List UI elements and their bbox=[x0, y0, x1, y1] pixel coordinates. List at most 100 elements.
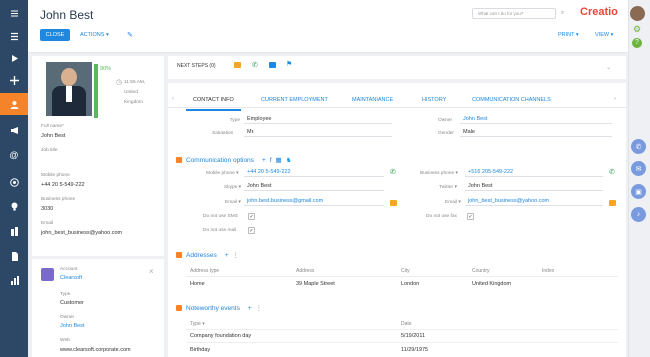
type-field-label: Type bbox=[229, 118, 240, 123]
chat-action-icon[interactable] bbox=[269, 62, 276, 68]
email-value[interactable]: john_best_business@yahoo.com bbox=[41, 230, 122, 236]
col-index[interactable]: Index bbox=[542, 268, 554, 274]
tabs-left-arrow[interactable]: ‹ bbox=[172, 96, 174, 102]
do-not-use-fax-checkbox[interactable]: ✓ bbox=[467, 213, 474, 220]
event-cell[interactable]: 5/19/2011 bbox=[401, 333, 425, 339]
more-icon[interactable]: ⋮ bbox=[256, 304, 263, 312]
menu-icon[interactable] bbox=[0, 25, 28, 47]
comm-twitter-label[interactable]: Twitter ▾ bbox=[439, 185, 457, 190]
gender-field[interactable]: Male bbox=[460, 129, 612, 137]
add-event-icon[interactable]: + bbox=[248, 305, 252, 312]
comm-skype-field[interactable]: John Best bbox=[244, 183, 384, 191]
analytics-icon[interactable] bbox=[0, 269, 28, 291]
twitter-icon[interactable]: ♞ bbox=[286, 156, 292, 164]
tag-icon[interactable]: ✎ bbox=[127, 31, 133, 39]
play-icon[interactable] bbox=[0, 47, 28, 69]
add-icon[interactable] bbox=[0, 69, 28, 91]
help-icon[interactable]: ? bbox=[632, 38, 642, 48]
col-address[interactable]: Address bbox=[296, 268, 314, 274]
flag-action-icon[interactable]: ⚑ bbox=[286, 60, 292, 68]
email-at-icon[interactable]: @ bbox=[0, 144, 28, 166]
view-menu[interactable]: VIEW ▾ bbox=[595, 32, 613, 38]
send-email1-icon[interactable] bbox=[390, 200, 397, 206]
contact-photo[interactable] bbox=[46, 62, 92, 116]
communication-options-header[interactable]: Communication options + f ▦ ♞ bbox=[176, 156, 292, 164]
comm-skype-label[interactable]: Skype ▾ bbox=[224, 185, 241, 190]
web-value[interactable]: www.clearsoft.corporate.com bbox=[60, 347, 131, 353]
chat-icon[interactable]: ▣ bbox=[631, 184, 646, 199]
do-not-use-mail-checkbox[interactable]: ✓ bbox=[248, 227, 255, 234]
mobile-value[interactable]: +44 20 5-549-222 bbox=[41, 182, 85, 188]
event-cell[interactable]: 11/29/1975 bbox=[401, 347, 428, 353]
comm-twitter-field[interactable]: John Best bbox=[465, 183, 603, 191]
send-email2-icon[interactable] bbox=[609, 200, 616, 206]
collapse-icon[interactable] bbox=[0, 2, 28, 24]
contacts-icon[interactable] bbox=[0, 93, 28, 115]
linkedin-icon[interactable]: ▦ bbox=[276, 156, 282, 164]
comm-email1-field[interactable]: john.best.business@gmail.com bbox=[244, 198, 384, 206]
addresses-header[interactable]: Addresses + ⋮ bbox=[176, 251, 239, 259]
comm-email2-label[interactable]: Email ▾ bbox=[445, 200, 461, 205]
search-input[interactable]: What can I do for you? bbox=[472, 8, 556, 19]
target-icon[interactable] bbox=[0, 171, 28, 193]
comm-business-label[interactable]: Business phone ▾ bbox=[420, 171, 458, 176]
campaign-icon[interactable] bbox=[0, 119, 28, 141]
chevron-down-icon[interactable]: ⌄ bbox=[606, 64, 611, 71]
tab-communication-channels[interactable]: COMMUNICATION CHANNELS bbox=[472, 97, 551, 103]
event-cell[interactable]: Birthday bbox=[190, 347, 210, 353]
salutation-field[interactable]: Mr. bbox=[244, 129, 392, 137]
comm-email2-field[interactable]: john_best_business@yahoo.com bbox=[465, 198, 603, 206]
owner-field[interactable]: John Best bbox=[460, 116, 612, 124]
tab-maintaniance[interactable]: MAINTANIANCE bbox=[352, 97, 393, 103]
call-business-icon[interactable]: ✆ bbox=[609, 168, 615, 176]
settings-icon[interactable]: ⚙ bbox=[633, 24, 641, 35]
comm-mobile-field[interactable]: +44 20 5-549-222 bbox=[244, 169, 384, 177]
col-date[interactable]: Date bbox=[401, 321, 412, 327]
avatar[interactable] bbox=[630, 6, 645, 21]
tabs-right-arrow[interactable]: › bbox=[614, 96, 616, 102]
buildings-icon[interactable] bbox=[0, 220, 28, 242]
type-field[interactable]: Employee bbox=[244, 116, 392, 124]
search-icon[interactable]: ⌕ bbox=[561, 10, 564, 17]
do-not-use-sms-checkbox[interactable]: ✓ bbox=[248, 213, 255, 220]
owner-link[interactable]: John Best bbox=[60, 323, 84, 329]
tab-current-employment[interactable]: CURRENT EMPLOYMENT bbox=[261, 97, 328, 103]
email-action-icon[interactable] bbox=[234, 62, 241, 68]
call-mobile-icon[interactable]: ✆ bbox=[390, 168, 396, 176]
close-icon[interactable]: × bbox=[149, 267, 154, 276]
actions-menu[interactable]: ACTIONS ▾ bbox=[80, 32, 109, 38]
close-button[interactable]: CLOSE bbox=[40, 29, 70, 41]
notifications-icon[interactable]: ♪ bbox=[631, 207, 646, 222]
mail-icon[interactable]: ✉ bbox=[631, 161, 646, 176]
col-address-type[interactable]: Address type bbox=[190, 268, 219, 274]
tab-history[interactable]: HISTORY bbox=[422, 97, 446, 103]
add-address-icon[interactable]: + bbox=[225, 252, 229, 259]
address-cell[interactable]: London bbox=[401, 281, 419, 287]
mobile-label: Mobile phone bbox=[41, 173, 70, 178]
type-label: Type bbox=[60, 292, 71, 297]
col-city[interactable]: City bbox=[401, 268, 410, 274]
business-value[interactable]: 3030 bbox=[41, 206, 53, 212]
document-icon[interactable] bbox=[0, 245, 28, 267]
address-cell[interactable]: Home bbox=[190, 281, 205, 287]
full-name-value[interactable]: John Best bbox=[41, 133, 65, 139]
address-cell[interactable]: 39 Maple Street bbox=[296, 281, 335, 287]
lightbulb-icon[interactable] bbox=[0, 195, 28, 217]
phone-icon[interactable]: ✆ bbox=[631, 139, 646, 154]
add-icon[interactable]: + bbox=[262, 157, 266, 164]
comm-business-field[interactable]: +516 205-549-222 bbox=[465, 169, 603, 177]
event-cell[interactable]: Company foundation day bbox=[190, 333, 251, 339]
address-cell[interactable]: United Kingdom bbox=[472, 281, 511, 287]
tab-contact-info[interactable]: CONTACT INFO bbox=[186, 97, 241, 111]
communication-options-title: Communication options bbox=[186, 156, 254, 164]
facebook-icon[interactable]: f bbox=[270, 157, 272, 164]
col-type[interactable]: Type ▾ bbox=[190, 321, 205, 327]
comm-email1-label[interactable]: Email ▾ bbox=[225, 200, 241, 205]
call-action-icon[interactable]: ✆ bbox=[252, 61, 258, 69]
events-header[interactable]: Noteworthy events + ⋮ bbox=[176, 304, 262, 312]
account-link[interactable]: Clearsoft bbox=[60, 275, 82, 281]
comm-mobile-label[interactable]: Mobile phone ▾ bbox=[206, 171, 239, 176]
more-icon[interactable]: ⋮ bbox=[233, 251, 240, 259]
print-menu[interactable]: PRINT ▾ bbox=[558, 32, 579, 38]
col-country[interactable]: Country bbox=[472, 268, 490, 274]
